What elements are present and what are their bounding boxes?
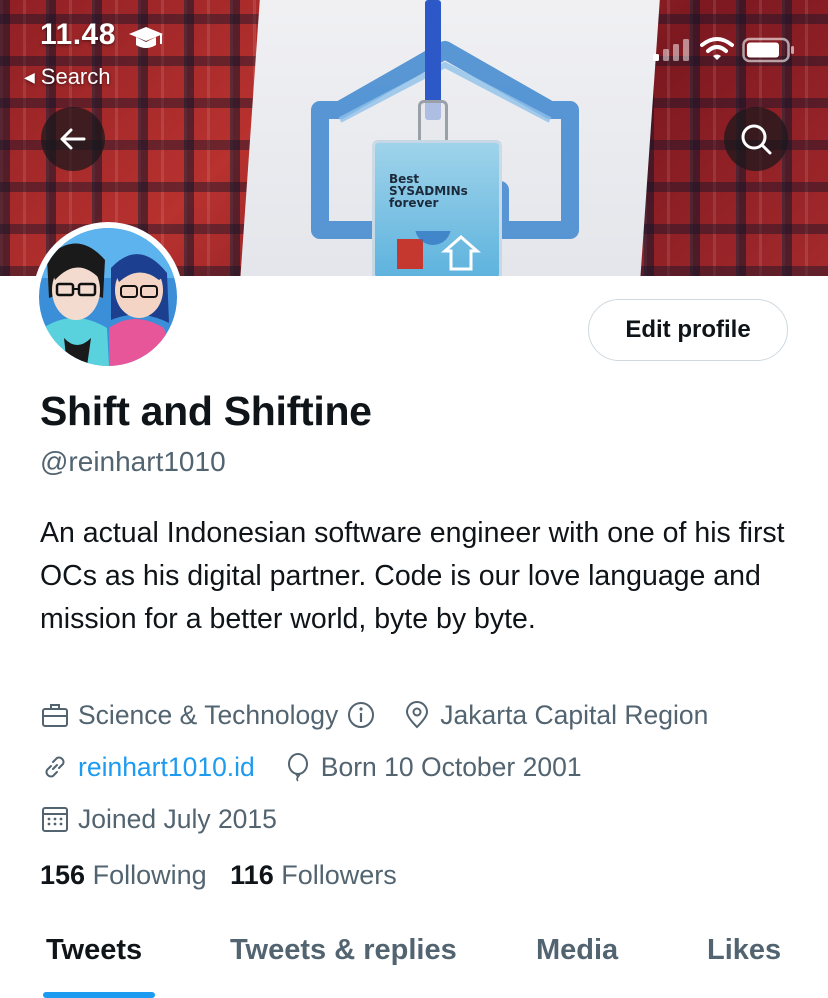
active-tab-indicator <box>43 992 155 998</box>
profile-category-label: Science & Technology <box>78 699 339 730</box>
banner-badge-card: Best SYSADMINs forever <box>372 140 502 276</box>
badge-line-3: forever <box>389 196 439 210</box>
profile-meta-row-1: Science & Technology Jakarta Capital Reg… <box>40 697 708 733</box>
back-to-app-link[interactable]: ◀ Search <box>24 64 111 90</box>
info-icon[interactable] <box>346 700 376 730</box>
status-time: 11.48 <box>40 18 116 51</box>
profile-location: Jakarta Capital Region <box>402 700 708 731</box>
status-bar: 11.48 ◀ Search <box>0 0 828 100</box>
calendar-icon <box>42 807 68 832</box>
profile-meta-row-2: reinhart1010.id Born 10 October 2001 <box>40 749 582 785</box>
balloon-icon <box>287 753 308 782</box>
badge-illustration <box>397 231 481 271</box>
tab-media[interactable]: Media <box>536 934 618 967</box>
tab-tweets-and-replies[interactable]: Tweets & replies <box>230 934 457 967</box>
profile-joined: Joined July 2015 <box>40 804 277 835</box>
followers-count: 116 <box>230 860 274 890</box>
tab-tweets[interactable]: Tweets <box>46 934 142 967</box>
profile-category: Science & Technology <box>40 700 376 731</box>
profile-handle: @reinhart1010 <box>40 446 226 477</box>
graduation-cap-icon <box>129 27 163 48</box>
profile-website[interactable]: reinhart1010.id <box>40 752 255 783</box>
location-pin-icon <box>406 701 429 729</box>
followers-label: Followers <box>281 860 397 890</box>
following-label: Following <box>92 860 207 890</box>
avatar[interactable] <box>33 222 183 372</box>
back-triangle-icon: ◀ <box>24 69 35 85</box>
profile-name: Shift and Shiftine <box>40 388 372 434</box>
avatar-illustration <box>39 228 177 366</box>
battery-icon <box>742 37 794 63</box>
follow-stats: 156 Following 116 Followers <box>40 860 397 891</box>
arrow-left-icon <box>60 128 86 150</box>
search-icon <box>741 124 772 155</box>
following-link[interactable]: 156 Following <box>40 860 207 890</box>
profile-location-label: Jakarta Capital Region <box>440 699 709 730</box>
profile-meta-row-3: Joined July 2015 <box>40 801 277 837</box>
wifi-icon <box>700 37 734 60</box>
briefcase-icon <box>42 704 68 727</box>
profile-website-link[interactable]: reinhart1010.id <box>78 752 255 783</box>
profile-birthday-label: Born 10 October 2001 <box>320 751 582 782</box>
profile-bio: An actual Indonesian software engineer w… <box>40 517 785 635</box>
tab-likes[interactable]: Likes <box>707 934 781 967</box>
following-count: 156 <box>40 860 86 890</box>
back-button[interactable] <box>41 107 105 171</box>
link-icon <box>45 756 65 778</box>
profile-birthday: Born 10 October 2001 <box>283 752 582 783</box>
followers-link[interactable]: 116 Followers <box>230 860 397 890</box>
back-to-app-label: Search <box>40 64 111 89</box>
profile-tabs: Tweets Tweets & replies Media Likes <box>0 930 828 998</box>
signal-icon <box>653 39 689 61</box>
edit-profile-button[interactable]: Edit profile <box>588 299 788 361</box>
search-button[interactable] <box>724 107 788 171</box>
profile-joined-label: Joined July 2015 <box>78 803 277 834</box>
